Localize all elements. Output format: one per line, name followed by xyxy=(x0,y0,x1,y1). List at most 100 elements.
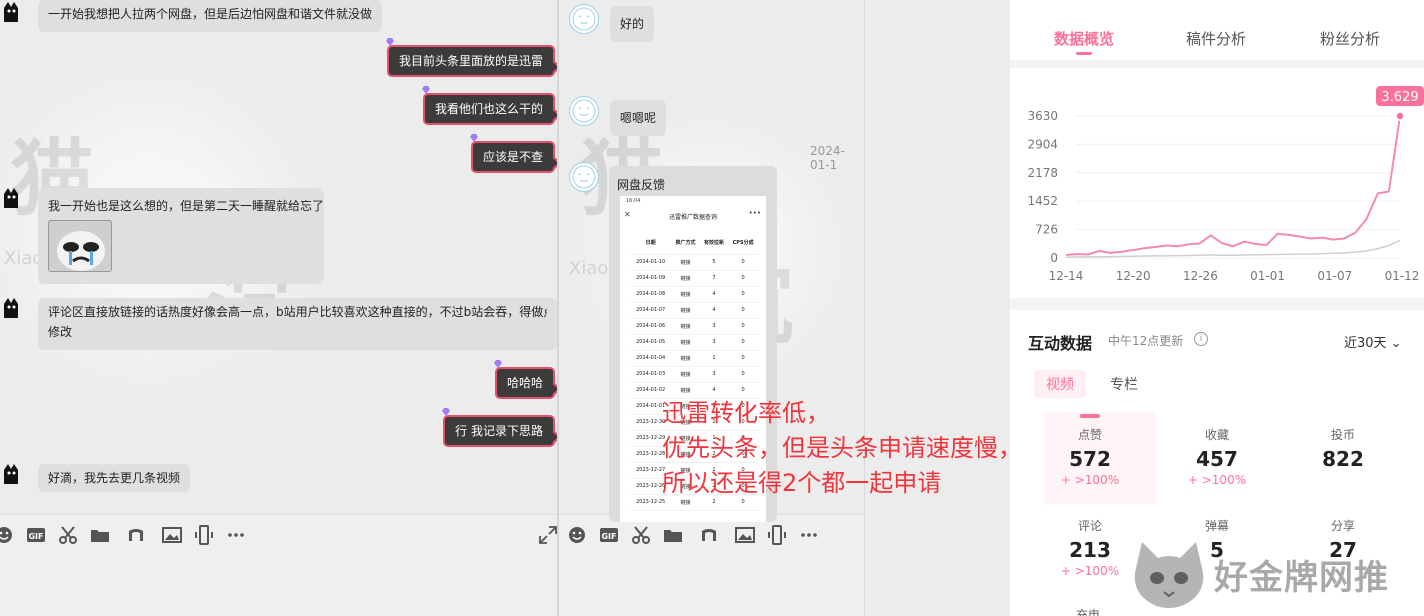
message-bubble[interactable]: 好的 xyxy=(610,6,655,42)
subtab-video[interactable]: 视频 xyxy=(1034,370,1086,398)
table-header: 推广方式 xyxy=(671,232,700,255)
peak-point[interactable] xyxy=(1395,111,1405,121)
message-bubble-self[interactable]: 行 我记录下思路 xyxy=(442,408,557,447)
date-separator: 2024-01-1 xyxy=(810,144,845,172)
message-text: 网盘反馈 xyxy=(617,178,666,192)
table-header: CPS分成 xyxy=(728,232,758,255)
more-icon: ••• xyxy=(748,209,761,217)
tab-works[interactable]: 稿件分析 xyxy=(1186,28,1246,49)
table-row: 2024-01-06 链接 3 0 xyxy=(630,318,758,335)
table-header: 日期 xyxy=(630,232,672,255)
chevron-down-icon: ⌄ xyxy=(1390,336,1402,351)
emoji-icon[interactable] xyxy=(567,525,587,545)
table-cell: 4 xyxy=(699,302,729,319)
table-row: 2024-01-03 链接 3 0 xyxy=(630,366,758,383)
message-text: 修改 xyxy=(48,325,73,339)
folder-icon[interactable] xyxy=(90,525,110,545)
gem-icon xyxy=(469,134,478,142)
scissors-icon[interactable] xyxy=(58,525,78,545)
gem-icon xyxy=(442,408,451,416)
message-bubble[interactable]: 一开始我想把人拉两个网盘，但是后边怕网盘和谐文件就没做 xyxy=(38,0,383,32)
table-row: 2024-01-08 链接 4 0 xyxy=(630,286,758,303)
image-icon[interactable] xyxy=(735,525,755,545)
message-bubble[interactable]: 嗯嗯呢 xyxy=(610,100,667,136)
metric-comments[interactable]: 评论 213 + >100% xyxy=(1040,517,1140,578)
table-cell: 2024-01-07 xyxy=(630,302,672,319)
tab-fans[interactable]: 粉丝分析 xyxy=(1320,28,1380,49)
message-bubble-self[interactable]: 我看他们也这么干的 xyxy=(421,86,557,125)
top-bar-remnant xyxy=(1010,0,1424,8)
message-bubble-self[interactable]: 我目前头条里面放的是迅雷 xyxy=(385,38,557,77)
phone-page-title: 迅雷推广数据查询 xyxy=(668,214,717,221)
avatar[interactable] xyxy=(0,186,24,210)
range-label: 近30天 xyxy=(1344,336,1387,351)
message-text: 哈哈哈 xyxy=(506,376,543,390)
phone-icon[interactable] xyxy=(194,525,214,545)
emoji-icon[interactable] xyxy=(0,525,14,545)
phone-icon[interactable] xyxy=(767,525,787,545)
range-select[interactable]: 近30天 ⌄ xyxy=(1344,332,1402,351)
table-cell: 3 xyxy=(699,334,729,351)
scissors-icon[interactable] xyxy=(631,525,651,545)
metric-label: 弹幕 xyxy=(1204,519,1229,533)
table-cell: 链接 xyxy=(671,286,700,303)
message-text: 好滴，我先去更几条视频 xyxy=(48,471,181,485)
subtab-column[interactable]: 专栏 xyxy=(1110,374,1138,394)
table-cell: 2024-01-03 xyxy=(630,366,672,383)
metric-likes[interactable]: 点赞 572 + >100% xyxy=(1040,426,1140,487)
avatar[interactable] xyxy=(569,162,599,192)
music-icon[interactable] xyxy=(126,525,146,545)
avatar[interactable] xyxy=(0,296,24,320)
avatar[interactable] xyxy=(0,0,24,24)
table-row: 2024-01-05 链接 3 0 xyxy=(630,334,758,351)
metric-label: 收藏 xyxy=(1204,428,1229,442)
folder-icon[interactable] xyxy=(663,525,683,545)
gif-icon[interactable]: GIF xyxy=(26,525,46,545)
gem-icon xyxy=(385,38,394,46)
more-icon[interactable] xyxy=(226,525,246,545)
message-bubble[interactable]: 评论区直接放链接的话热度好像会高一点，b站用户比较喜欢这种直接的，不过b站会吞，… xyxy=(38,298,557,350)
chat-toolbar: GIF xyxy=(559,514,864,616)
table-cell: 0 xyxy=(728,302,758,319)
chat-toolbar: GIF xyxy=(0,514,557,616)
gem-icon xyxy=(421,86,430,94)
image-icon[interactable] xyxy=(162,525,182,545)
table-row: 2024-01-09 链接 7 0 xyxy=(630,270,758,287)
section-title: 互动数据 xyxy=(1028,334,1093,353)
x-tick-label: 01-01 xyxy=(1250,269,1285,283)
metric-value: 572 xyxy=(1069,447,1111,471)
meme-sticker-image[interactable] xyxy=(48,220,112,272)
table-header: 有效拉新 xyxy=(699,232,729,255)
message-text: 我一开始也是这么想的，但是第二天一睡醒就给忘了 xyxy=(48,199,325,213)
message-bubble[interactable]: 我一开始也是这么想的，但是第二天一睡醒就给忘了 xyxy=(38,188,324,284)
message-text: 评论区直接放链接的话热度好像会高一点，b站用户比较喜欢这种直接的，不过b站会吞，… xyxy=(48,305,547,319)
red-annotation: 迅雷转化率低， 优先头条，但是头条申请速度慢， 所以还是得2个都一起申请 xyxy=(662,396,1022,501)
annotation-line: 迅雷转化率低， xyxy=(662,399,830,427)
table-cell: 0 xyxy=(728,270,758,287)
y-tick-label: 2178 xyxy=(1027,166,1058,180)
avatar[interactable] xyxy=(569,4,599,34)
more-icon[interactable] xyxy=(799,525,819,545)
table-cell: 链接 xyxy=(671,302,700,319)
expand-icon[interactable] xyxy=(538,525,557,545)
message-bubble-self[interactable]: 应该是不查 xyxy=(469,134,557,173)
gif-icon[interactable]: GIF xyxy=(599,525,619,545)
y-tick-label: 0 xyxy=(1050,251,1058,265)
svg-text:GIF: GIF xyxy=(601,532,616,541)
music-icon[interactable] xyxy=(699,525,719,545)
avatar[interactable] xyxy=(0,462,24,486)
avatar[interactable] xyxy=(569,96,599,126)
tab-overview[interactable]: 数据概览 xyxy=(1054,28,1114,49)
series-line xyxy=(1065,239,1401,258)
message-bubble-self[interactable]: 哈哈哈 xyxy=(493,360,557,399)
table-row: 2024-01-04 链接 1 0 xyxy=(630,350,758,367)
metric-favorites[interactable]: 收藏 457 + >100% xyxy=(1167,426,1267,487)
table-cell: 4 xyxy=(699,286,729,303)
table-cell: 0 xyxy=(728,318,758,335)
table-row: 2024-01-10 链接 5 0 xyxy=(630,254,758,271)
message-bubble[interactable]: 好滴，我先去更几条视频 xyxy=(38,464,191,492)
annotation-line: 优先头条，但是头条申请速度慢， xyxy=(662,434,1022,462)
metric-coins[interactable]: 投币 822 xyxy=(1293,426,1393,473)
table-cell: 3 xyxy=(699,318,729,335)
info-icon[interactable]: i xyxy=(1194,332,1208,346)
